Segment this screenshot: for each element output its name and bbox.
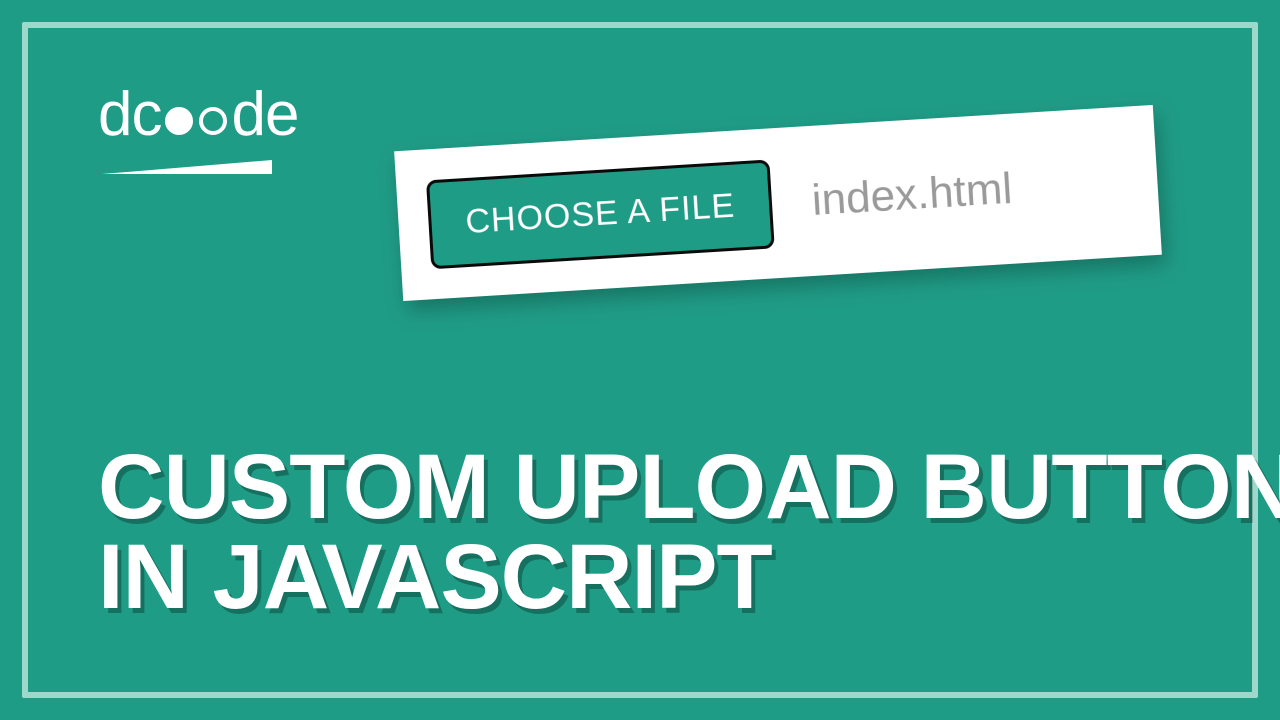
headline-line-1: CUSTOM UPLOAD BUTTON	[98, 442, 1280, 532]
headline-line-2: IN JAVASCRIPT	[98, 532, 1280, 622]
logo-suffix: de	[231, 84, 298, 146]
logo-o-filled-icon	[165, 107, 193, 135]
logo-underline-icon	[102, 160, 272, 174]
logo-word: dc de	[98, 84, 298, 146]
logo-o-outline-icon	[199, 107, 227, 135]
headline: CUSTOM UPLOAD BUTTON IN JAVASCRIPT	[98, 442, 1280, 622]
upload-card-inner: CHOOSE A FILE index.html	[394, 105, 1162, 301]
dcode-logo: dc de	[98, 84, 298, 174]
selected-filename: index.html	[810, 164, 1013, 226]
upload-card: CHOOSE A FILE index.html	[394, 105, 1162, 301]
logo-prefix: dc	[98, 84, 161, 146]
choose-file-button[interactable]: CHOOSE A FILE	[426, 159, 775, 269]
bordered-panel: dc de CHOOSE A FILE index.html CUSTOM UP…	[22, 22, 1258, 698]
